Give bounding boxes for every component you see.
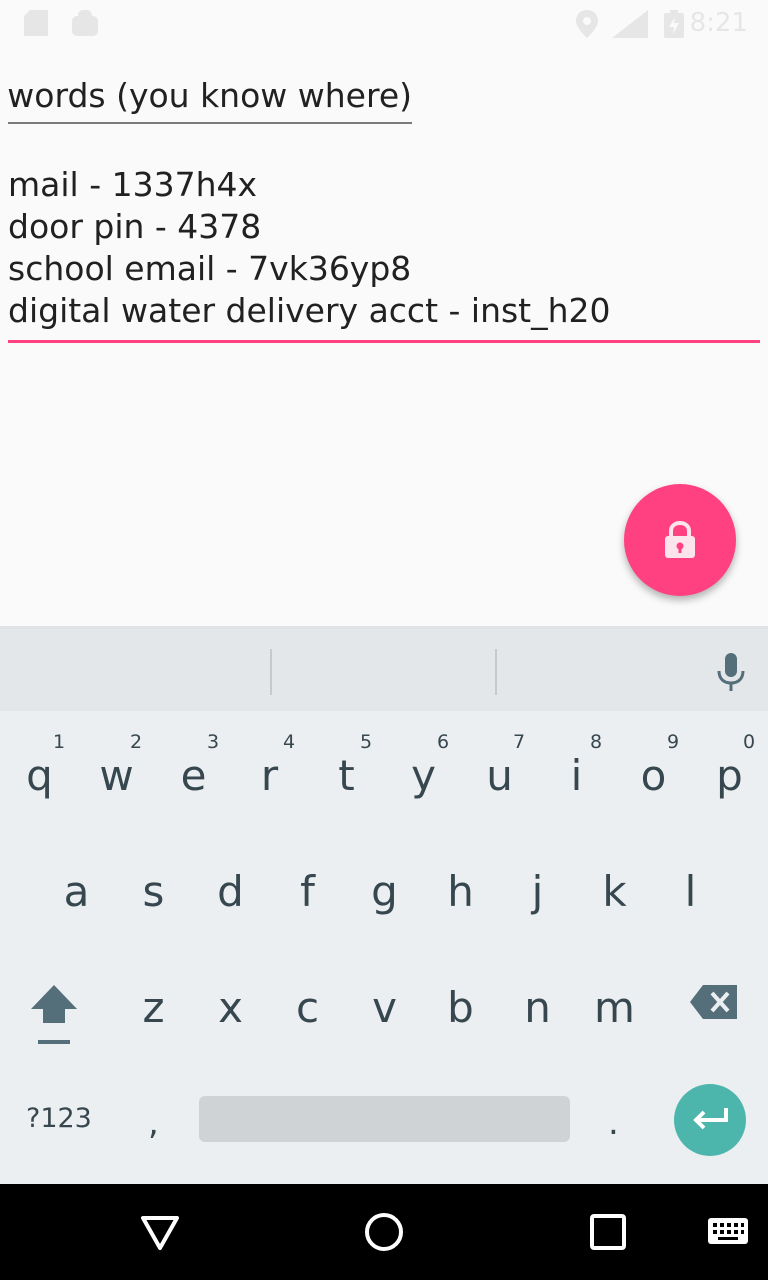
android-icon [72, 10, 98, 36]
key-letter: t [338, 751, 355, 800]
key-b[interactable]: b [422, 953, 499, 1069]
note-title-field[interactable]: passwords (you know where) [8, 72, 412, 124]
key-l[interactable]: l [652, 837, 729, 953]
key-f[interactable]: f [269, 837, 346, 953]
key-letter: h [447, 867, 474, 916]
key-letter: s [142, 867, 165, 916]
key-letter: y [411, 751, 436, 800]
key-s[interactable]: s [115, 837, 192, 953]
key-letter: o [640, 751, 667, 800]
enter-icon [693, 1108, 728, 1130]
key-a[interactable]: a [38, 837, 115, 953]
backspace-key[interactable] [676, 953, 753, 1069]
key-o[interactable]: 9o [615, 721, 692, 837]
recents-icon[interactable] [584, 1208, 632, 1256]
key-letter: m [594, 983, 635, 1032]
key-letter: i [570, 751, 583, 800]
enter-key[interactable] [674, 1084, 746, 1156]
key-letter: x [218, 983, 243, 1032]
key-letter: f [300, 867, 315, 916]
symbols-key[interactable]: ?123 [26, 1103, 92, 1134]
key-letter: b [447, 983, 474, 1032]
sd-card-icon [24, 10, 48, 36]
key-number-hint: 8 [590, 731, 603, 753]
key-number-hint: 1 [53, 731, 66, 753]
key-letter: w [99, 751, 134, 800]
spacebar[interactable] [199, 1096, 570, 1142]
soft-keyboard: 1q 2w 3e 4r 5t 6y 7u 8i 9o 0p a s d f g … [0, 626, 768, 1187]
period-key[interactable]: . [608, 1103, 619, 1143]
key-p[interactable]: 0p [691, 721, 768, 837]
back-icon[interactable] [136, 1208, 184, 1256]
note-body-line: door pin - 4378 [8, 207, 262, 246]
key-letter: j [531, 867, 544, 916]
key-h[interactable]: h [422, 837, 499, 953]
key-e[interactable]: 3e [155, 721, 232, 837]
comma-key[interactable]: , [148, 1103, 159, 1143]
note-body-line: digital water delivery acct - inst_h20 [8, 291, 611, 330]
battery-charging-icon [664, 10, 684, 38]
key-letter: c [295, 983, 320, 1032]
key-z[interactable]: z [115, 953, 192, 1069]
home-icon[interactable] [360, 1208, 408, 1256]
lock-icon [665, 521, 695, 558]
key-number-hint: 7 [513, 731, 526, 753]
key-w[interactable]: 2w [78, 721, 155, 837]
key-r[interactable]: 4r [231, 721, 308, 837]
key-letter: a [63, 867, 90, 916]
key-number-hint: 5 [360, 731, 373, 753]
status-bar: 8:21 [0, 0, 768, 48]
key-number-hint: 2 [130, 731, 143, 753]
location-icon [576, 10, 598, 38]
suggestion-slot[interactable] [497, 629, 697, 711]
key-number-hint: 3 [207, 731, 220, 753]
key-letter: d [217, 867, 244, 916]
microphone-icon[interactable] [708, 649, 754, 695]
suggestion-slot[interactable] [0, 629, 270, 711]
key-y[interactable]: 6y [385, 721, 462, 837]
shift-key[interactable] [15, 953, 92, 1069]
key-letter: l [684, 867, 697, 916]
key-v[interactable]: v [346, 953, 423, 1069]
key-letter: z [142, 983, 165, 1032]
key-q[interactable]: 1q [1, 721, 78, 837]
key-letter: u [486, 751, 513, 800]
shift-icon [31, 985, 77, 1044]
signal-icon [612, 10, 648, 38]
lock-button[interactable] [624, 484, 736, 596]
key-letter: g [371, 867, 398, 916]
key-letter: v [372, 983, 397, 1032]
key-m[interactable]: m [576, 953, 653, 1069]
navigation-bar [0, 1184, 768, 1280]
key-t[interactable]: 5t [308, 721, 385, 837]
note-body-line: mail - 1337h4x [8, 165, 258, 204]
key-c[interactable]: c [269, 953, 346, 1069]
keyboard-switch-icon[interactable] [704, 1208, 752, 1256]
key-letter: r [260, 751, 279, 800]
backspace-icon [690, 985, 737, 1019]
note-body-field[interactable]: mail - 1337h4x door pin - 4378 school em… [8, 164, 760, 343]
key-i[interactable]: 8i [538, 721, 615, 837]
key-number-hint: 6 [437, 731, 450, 753]
key-letter: q [26, 751, 53, 800]
key-n[interactable]: n [499, 953, 576, 1069]
note-title-text: passwords (you know where) [8, 76, 412, 115]
key-letter: n [524, 983, 551, 1032]
clock-time: 8:21 [689, 8, 748, 38]
key-letter: k [602, 867, 627, 916]
key-number-hint: 4 [283, 731, 296, 753]
key-x[interactable]: x [192, 953, 269, 1069]
note-body-line: school email - 7vk36yp8 [8, 249, 412, 288]
key-g[interactable]: g [346, 837, 423, 953]
key-u[interactable]: 7u [461, 721, 538, 837]
key-d[interactable]: d [192, 837, 269, 953]
key-letter: p [716, 751, 743, 800]
suggestion-slot[interactable] [272, 629, 495, 711]
key-k[interactable]: k [576, 837, 653, 953]
key-letter: e [180, 751, 207, 800]
suggestion-strip [0, 629, 768, 711]
key-number-hint: 0 [743, 731, 756, 753]
key-number-hint: 9 [667, 731, 680, 753]
key-j[interactable]: j [499, 837, 576, 953]
